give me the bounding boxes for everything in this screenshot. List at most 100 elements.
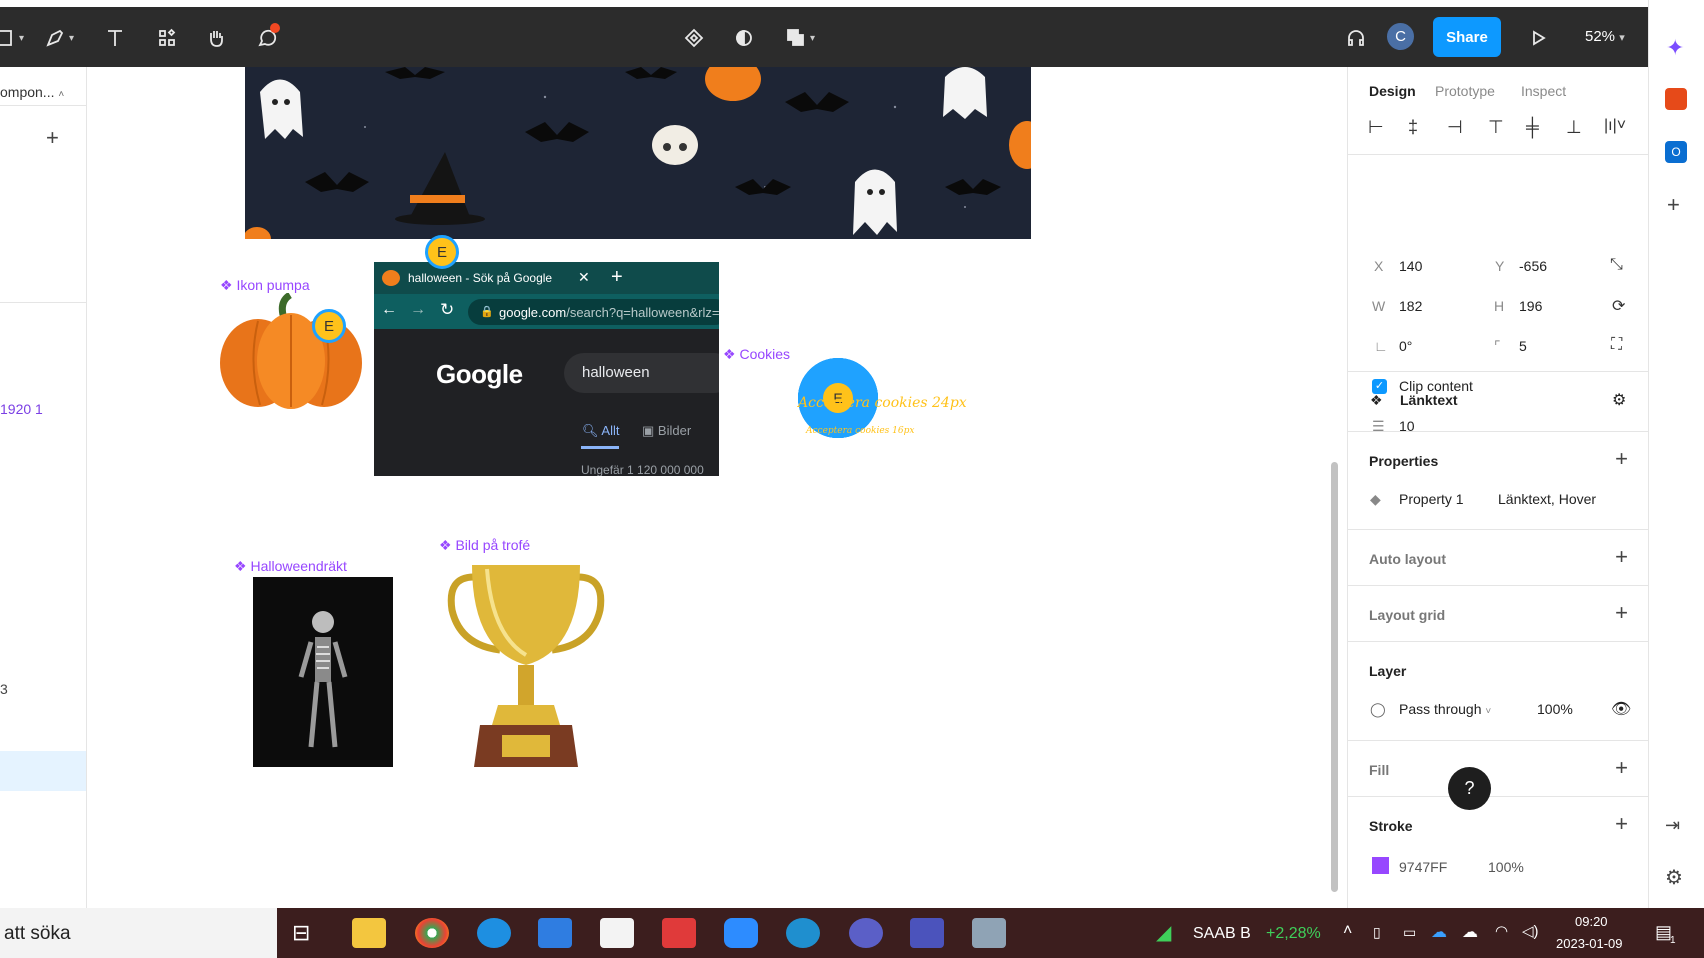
independent-corners-icon[interactable]: ⛶ <box>1611 336 1622 354</box>
tab-inspect[interactable]: Inspect <box>1521 83 1566 99</box>
notepad-app-icon[interactable] <box>972 918 1006 948</box>
headphones-icon[interactable] <box>1339 21 1373 55</box>
add-page-icon[interactable]: + <box>46 125 59 151</box>
components-tool-icon[interactable] <box>150 21 184 55</box>
constrain-proportions-icon[interactable]: ⟳ <box>1612 296 1625 316</box>
component-label-pumpa[interactable]: ❖ Ikon pumpa <box>220 277 310 294</box>
align-bottom-icon[interactable]: ⊥ <box>1566 117 1582 138</box>
constraints-icon[interactable]: ⤡ <box>1610 256 1623 274</box>
file-explorer-icon[interactable] <box>352 918 386 948</box>
zoom-level[interactable]: 52% ▾ <box>1585 28 1625 45</box>
tray-device-icon[interactable]: ▯ <box>1373 924 1381 941</box>
stroke-color-hex[interactable]: 9747FF <box>1399 859 1447 875</box>
skeleton-costume-image[interactable] <box>253 577 393 767</box>
wifi-icon[interactable]: ◠ <box>1495 922 1508 940</box>
share-button[interactable]: Share <box>1433 17 1501 57</box>
internet-explorer-icon[interactable] <box>477 918 511 948</box>
mail-icon[interactable] <box>538 918 572 948</box>
settings-gear-icon[interactable]: ⚙ <box>1665 865 1683 890</box>
align-center-h-icon[interactable]: ‡ <box>1408 117 1418 138</box>
radius-input[interactable]: 5 <box>1519 338 1527 354</box>
cookies-text-24px[interactable]: Acceptera cookies 24px <box>798 395 967 411</box>
blend-mode-select[interactable]: Pass through ˅ <box>1399 701 1491 717</box>
volume-icon[interactable]: ◁) <box>1522 922 1539 940</box>
eye-icon[interactable]: 👁︎ <box>1611 699 1631 719</box>
layer-item-1920[interactable]: 1920 1 <box>0 401 43 417</box>
stroke-opacity[interactable]: 100% <box>1488 859 1524 875</box>
layer-item-3[interactable]: 3 <box>0 681 8 697</box>
x-input[interactable]: 140 <box>1399 258 1422 274</box>
add-fill-icon[interactable]: + <box>1615 755 1628 781</box>
comment-tool-icon[interactable] <box>250 21 284 55</box>
hide-sidebar-icon[interactable]: ⇥ <box>1665 815 1680 836</box>
clock-time[interactable]: 09:20 <box>1575 914 1608 929</box>
add-sidebar-app-icon[interactable]: + <box>1667 192 1680 218</box>
user-avatar[interactable]: C <box>1385 21 1416 52</box>
align-left-icon[interactable]: ⊢ <box>1368 117 1384 138</box>
layer-item-selected[interactable] <box>0 751 86 791</box>
design-canvas[interactable]: ❖ Ikon pumpa E halloween - Sök på Google… <box>87 67 1347 908</box>
distribute-icon[interactable]: |ı|˅ <box>1604 117 1626 135</box>
stroke-color-swatch[interactable] <box>1372 857 1389 874</box>
google-search-screenshot[interactable]: halloween - Sök på Google ✕ + ← → ↻ 🔒 go… <box>374 262 719 476</box>
component-label-costume[interactable]: ❖ Halloweendräkt <box>234 558 347 575</box>
component-diamond-icon[interactable] <box>677 21 711 55</box>
align-right-icon[interactable]: ⊣ <box>1447 117 1463 138</box>
chrome-icon[interactable] <box>415 918 449 948</box>
y-input[interactable]: -656 <box>1519 258 1547 274</box>
task-view-icon[interactable]: ⊟ <box>292 920 310 946</box>
gift-app-icon[interactable] <box>662 918 696 948</box>
w-input[interactable]: 182 <box>1399 298 1422 314</box>
mask-icon[interactable] <box>727 21 761 55</box>
hand-tool-icon[interactable] <box>199 21 233 55</box>
component-label-cookies[interactable]: ❖ Cookies <box>723 346 790 363</box>
copilot-sparkle-icon[interactable]: ✦ <box>1666 35 1684 61</box>
align-center-v-icon[interactable]: ╪ <box>1526 117 1539 138</box>
clock-date[interactable]: 2023-01-09 <box>1556 936 1623 951</box>
add-stroke-icon[interactable]: + <box>1615 811 1628 837</box>
pen-tool-icon[interactable]: ▾ <box>42 21 76 55</box>
frame-tool-icon[interactable]: ▾ <box>0 21 26 55</box>
battery-icon[interactable]: ▭ <box>1403 924 1416 941</box>
trophy-image[interactable] <box>442 555 610 773</box>
help-button[interactable]: ? <box>1448 767 1491 810</box>
zoom-app-icon[interactable] <box>724 918 758 948</box>
text-tool-icon[interactable] <box>98 21 132 55</box>
component-settings-icon[interactable]: ⚙ <box>1612 390 1626 410</box>
stock-change[interactable]: +2,28% <box>1266 925 1321 943</box>
taskbar-search[interactable]: att söka <box>0 908 277 958</box>
divider <box>0 105 87 106</box>
teams-personal-icon[interactable] <box>849 918 883 948</box>
tab-prototype[interactable]: Prototype <box>1435 83 1495 99</box>
component-label-trophy[interactable]: ❖ Bild på trofé <box>439 537 530 554</box>
office-icon[interactable] <box>1665 88 1687 110</box>
property-value-select[interactable]: Länktext, Hover <box>1498 491 1596 507</box>
add-layout-grid-icon[interactable]: + <box>1615 600 1628 626</box>
tab-design[interactable]: Design <box>1369 83 1416 99</box>
page-selector[interactable]: ompon... ˄ <box>0 84 64 100</box>
present-play-icon[interactable] <box>1521 21 1555 55</box>
edge-icon[interactable] <box>786 918 820 948</box>
teams-icon[interactable] <box>910 918 944 948</box>
x-label: X <box>1374 258 1384 274</box>
layer-opacity-input[interactable]: 100% <box>1537 701 1573 717</box>
add-property-icon[interactable]: + <box>1615 446 1628 472</box>
onedrive-cloud-icon[interactable]: ☁ <box>1431 922 1447 942</box>
rotation-input[interactable]: 0° <box>1399 338 1412 354</box>
canvas-scrollbar[interactable] <box>1331 462 1338 892</box>
chevron-up-icon[interactable]: ˄ <box>1343 922 1352 940</box>
h-input[interactable]: 196 <box>1519 298 1542 314</box>
cookies-text-16px[interactable]: Acceptera cookies 16px <box>806 426 914 436</box>
add-auto-layout-icon[interactable]: + <box>1615 544 1628 570</box>
align-top-icon[interactable]: ⊤ <box>1488 117 1504 138</box>
stock-name[interactable]: SAAB B <box>1193 925 1251 943</box>
outlook-icon[interactable]: O <box>1665 141 1687 163</box>
h-label: H <box>1494 298 1505 314</box>
cloud-icon[interactable]: ☁ <box>1462 922 1478 942</box>
pumpkin-image[interactable] <box>218 291 364 411</box>
boolean-ops-icon[interactable]: ▾ <box>783 21 817 55</box>
forward-arrow-icon: → <box>410 301 426 318</box>
component-name[interactable]: Länktext <box>1400 392 1458 408</box>
halloween-banner-image[interactable] <box>245 67 1031 239</box>
microsoft-store-icon[interactable] <box>600 918 634 948</box>
